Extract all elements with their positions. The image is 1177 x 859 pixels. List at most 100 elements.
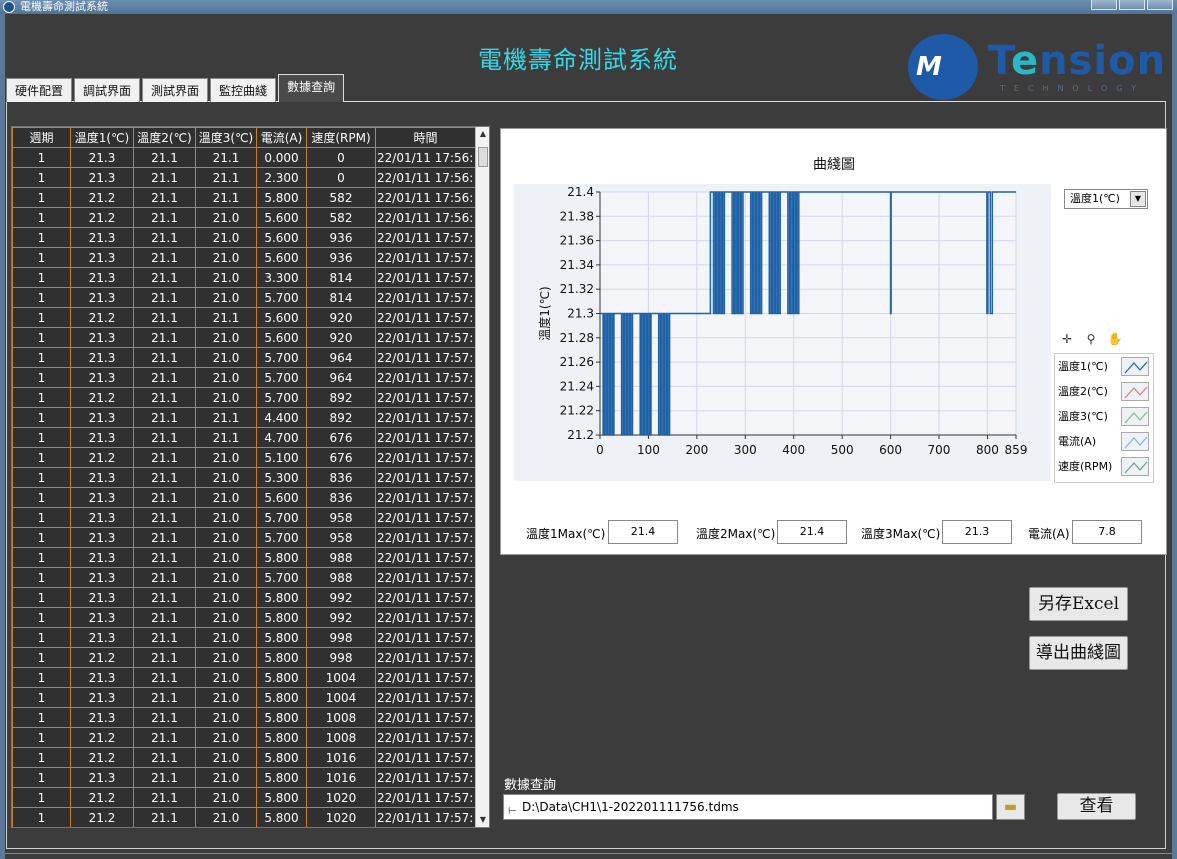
- table-row[interactable]: 1 21.3 21.1 21.0 5.800 998 22/01/11 17:57:: [12, 627, 476, 648]
- table-cell: 920: [306, 327, 376, 348]
- table-header-cell: 速度(RPM): [306, 127, 376, 148]
- table-cell: 676: [306, 447, 376, 468]
- table-cell: 21.1: [133, 167, 196, 188]
- table-row[interactable]: 1 21.3 21.1 21.0 5.600 936 22/01/11 17:57:: [12, 227, 476, 248]
- data-table-container[interactable]: 週期 溫度1(℃) 溫度2(℃) 溫度3(℃) 電流(A) 速度(RPM) 時間 1 21.3…: [11, 126, 490, 828]
- table-row[interactable]: 1 21.3 21.1 21.0 5.800 988 22/01/11 17:57:: [12, 547, 476, 568]
- table-row[interactable]: 1 21.3 21.1 21.0 5.700 958 22/01/11 17:57:: [12, 507, 476, 528]
- table-row[interactable]: 1 21.3 21.1 21.0 5.700 958 22/01/11 17:57:: [12, 527, 476, 548]
- browse-folder-icon[interactable]: ▬: [996, 794, 1025, 820]
- table-cell: 5.800: [256, 767, 307, 788]
- table-cell: 998: [306, 627, 376, 648]
- table-row[interactable]: 1 21.3 21.1 21.1 0.000 0 22/01/11 17:56:: [12, 147, 476, 168]
- table-row[interactable]: 1 21.3 21.1 21.0 5.700 964 22/01/11 17:57:: [12, 367, 476, 388]
- y-tick-label: 21.28: [560, 331, 594, 345]
- table-row[interactable]: 1 21.3 21.1 21.1 2.300 0 22/01/11 17:56:: [12, 167, 476, 188]
- table-row[interactable]: 1 21.3 21.1 21.0 5.700 964 22/01/11 17:57:: [12, 347, 476, 368]
- scroll-up-icon[interactable]: ▲: [476, 127, 489, 141]
- table-cell: 1: [12, 787, 71, 808]
- table-cell: 21.0: [195, 347, 257, 368]
- tab-debug[interactable]: 調試界面: [74, 78, 141, 102]
- table-cell: 21.0: [195, 367, 257, 388]
- maximize-button[interactable]: [1119, 0, 1145, 10]
- table-cell: 1: [12, 167, 71, 188]
- legend-item[interactable]: 速度(RPM): [1055, 454, 1153, 479]
- table-cell: 814: [306, 287, 376, 308]
- table-cell: 5.800: [256, 707, 307, 728]
- table-row[interactable]: 1 21.3 21.1 21.0 5.600 836 22/01/11 17:57:: [12, 487, 476, 508]
- tab-hardware-config[interactable]: 硬件配置: [6, 78, 73, 102]
- table-cell: 1020: [306, 807, 376, 827]
- table-row[interactable]: 1 21.3 21.1 21.0 5.800 1008 22/01/11 17:57:: [12, 707, 476, 728]
- table-header-cell: 溫度3(℃): [195, 127, 257, 148]
- legend-item[interactable]: 溫度1(℃): [1055, 354, 1153, 379]
- table-row[interactable]: 1 21.3 21.1 21.0 5.600 920 22/01/11 17:57:: [12, 327, 476, 348]
- crosshair-icon[interactable]: ✛: [1057, 332, 1077, 350]
- table-cell: 5.100: [256, 447, 307, 468]
- chart-plot[interactable]: 21.4 21.38 21.36 21.34 21.32 21.3 21.28 21.26 21…: [501, 129, 1051, 489]
- table-row[interactable]: 1 21.3 21.1 21.0 5.600 936 22/01/11 17:57:: [12, 247, 476, 268]
- table-cell: 21.1: [133, 647, 196, 668]
- table-row[interactable]: 1 21.3 21.1 21.0 5.800 1004 22/01/11 17:57:: [12, 667, 476, 688]
- table-cell: 21.1: [133, 687, 196, 708]
- window-title: 電機壽命測試系統: [20, 0, 108, 13]
- table-row[interactable]: 1 21.2 21.1 21.0 5.600 582 22/01/11 17:56:: [12, 207, 476, 228]
- minimize-button[interactable]: [1091, 0, 1117, 10]
- table-row[interactable]: 1 21.2 21.1 21.0 5.700 892 22/01/11 17:57:: [12, 387, 476, 408]
- table-cell: 21.0: [195, 647, 257, 668]
- table-row[interactable]: 1 21.2 21.1 21.1 5.800 582 22/01/11 17:56:: [12, 187, 476, 208]
- table-cell: 1: [12, 627, 71, 648]
- table-row[interactable]: 1 21.3 21.1 21.1 4.700 676 22/01/11 17:57:: [12, 427, 476, 448]
- table-cell: 22/01/11 17:57:: [375, 647, 476, 668]
- file-path-input[interactable]: ⊢ D:\Data\CH1\1-202201111756.tdms: [503, 794, 993, 820]
- legend-item[interactable]: 電流(A): [1055, 429, 1153, 454]
- table-row[interactable]: 1 21.2 21.1 21.0 5.800 1008 22/01/11 17:57:: [12, 727, 476, 748]
- table-row[interactable]: 1 21.3 21.1 21.0 5.800 992 22/01/11 17:57:: [12, 607, 476, 628]
- scroll-thumb[interactable]: [478, 147, 488, 167]
- legend-item[interactable]: 溫度2(℃): [1055, 379, 1153, 404]
- table-row[interactable]: 1 21.2 21.1 21.0 5.800 998 22/01/11 17:57:: [12, 647, 476, 668]
- hand-icon[interactable]: ✋: [1105, 332, 1125, 350]
- table-cell: 21.1: [133, 187, 196, 208]
- stats-bar: 溫度1Max(℃) 21.4 溫度2Max(℃) 21.4 溫度3Max(℃) …: [526, 520, 1166, 546]
- table-cell: 21.0: [195, 667, 257, 688]
- table-cell: 5.800: [256, 667, 307, 688]
- table-row[interactable]: 1 21.2 21.1 21.0 5.800 1020 22/01/11 17:57:: [12, 787, 476, 808]
- chart-legend: 溫度1(℃) 溫度2(℃) 溫度3(℃) 電流(A) 速度(RPM): [1054, 353, 1154, 483]
- table-row[interactable]: 1 21.3 21.1 21.0 5.300 836 22/01/11 17:57:: [12, 467, 476, 488]
- table-row[interactable]: 1 21.3 21.1 21.1 4.400 892 22/01/11 17:57:: [12, 407, 476, 428]
- table-cell: 21.1: [133, 747, 196, 768]
- table-row[interactable]: 1 21.3 21.1 21.0 3.300 814 22/01/11 17:57:: [12, 267, 476, 288]
- window-titlebar[interactable]: 電機壽命測試系統: [0, 0, 1177, 14]
- tab-data-query[interactable]: 數據查詢: [278, 74, 345, 102]
- save-excel-button[interactable]: 另存Excel: [1029, 587, 1128, 621]
- export-chart-button[interactable]: 導出曲綫圖: [1029, 636, 1128, 670]
- table-row[interactable]: 1 21.2 21.1 21.1 5.600 920 22/01/11 17:57:: [12, 307, 476, 328]
- table-row[interactable]: 1 21.3 21.1 21.0 5.800 1004 22/01/11 17:57:: [12, 687, 476, 708]
- table-cell: 21.2: [70, 787, 134, 808]
- table-row[interactable]: 1 21.3 21.1 21.0 5.800 1016 22/01/11 17:57:: [12, 767, 476, 788]
- table-row[interactable]: 1 21.2 21.1 21.0 5.800 1020 22/01/11 17:57:: [12, 807, 476, 827]
- tab-test[interactable]: 測試界面: [142, 78, 209, 102]
- table-cell: 5.800: [256, 727, 307, 748]
- scroll-down-icon[interactable]: ▼: [476, 813, 489, 827]
- table-row[interactable]: 1 21.2 21.1 21.0 5.100 676 22/01/11 17:57:: [12, 447, 476, 468]
- table-cell: 21.0: [195, 267, 257, 288]
- close-button[interactable]: [1147, 0, 1173, 10]
- chevron-down-icon[interactable]: ▼: [1130, 191, 1146, 207]
- legend-item[interactable]: 溫度3(℃): [1055, 404, 1153, 429]
- table-row[interactable]: 1 21.3 21.1 21.0 5.700 988 22/01/11 17:57:: [12, 567, 476, 588]
- table-row[interactable]: 1 21.3 21.1 21.0 5.800 992 22/01/11 17:57:: [12, 587, 476, 608]
- zoom-icon[interactable]: ⚲: [1081, 332, 1101, 350]
- table-cell: 22/01/11 17:56:: [375, 147, 476, 168]
- view-button[interactable]: 查看: [1057, 793, 1136, 820]
- table-row[interactable]: 1 21.3 21.1 21.0 5.700 814 22/01/11 17:57:: [12, 287, 476, 308]
- table-scrollbar[interactable]: ▲ ▼: [475, 127, 489, 827]
- table-cell: 5.800: [256, 587, 307, 608]
- table-cell: 1: [12, 567, 71, 588]
- table-row[interactable]: 1 21.2 21.1 21.0 5.800 1016 22/01/11 17:57:: [12, 747, 476, 768]
- table-cell: 21.1: [195, 167, 257, 188]
- table-cell: 22/01/11 17:57:: [375, 707, 476, 728]
- tab-monitor-curve[interactable]: 監控曲綫: [210, 78, 277, 102]
- channel-select[interactable]: 溫度1(℃) ▼: [1064, 189, 1148, 209]
